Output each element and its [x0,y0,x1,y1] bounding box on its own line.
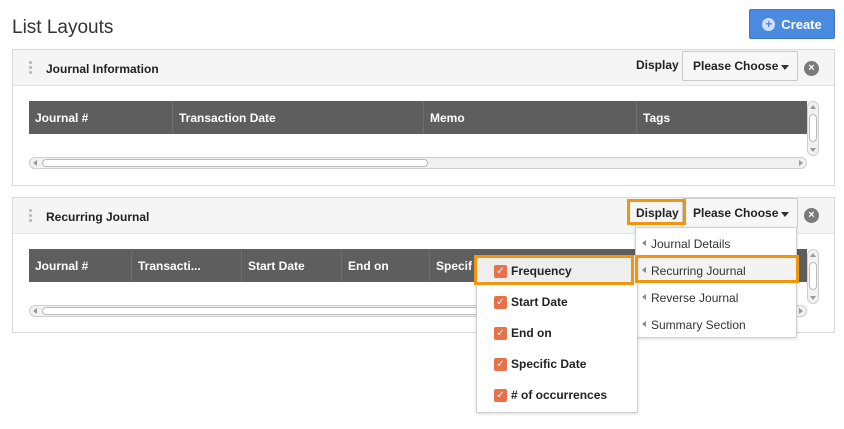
close-icon[interactable]: × [804,208,819,223]
plus-circle-icon: + [762,17,776,31]
column-header-journal[interactable]: Journal # [29,249,132,282]
grid-header: Journal # Transaction Date Memo Tags [29,101,807,134]
drag-handle-icon[interactable] [29,61,33,75]
display-label[interactable]: Display [636,206,679,220]
checkbox-checked-icon[interactable]: ✓ [494,389,507,402]
column-header-end-on[interactable]: End on [342,249,430,282]
chevron-down-icon [781,65,789,70]
checkbox-checked-icon[interactable]: ✓ [494,327,507,340]
display-select-value: Please Choose [693,59,779,73]
scroll-up-icon[interactable] [810,105,816,109]
menu-item-label: Reverse Journal [651,291,739,305]
drag-handle-icon[interactable] [29,209,33,223]
close-icon[interactable]: × [804,61,819,76]
field-item-frequency[interactable]: ✓ Frequency [477,257,637,285]
menu-item-journal-details[interactable]: Journal Details [636,230,796,256]
field-item-label: # of occurrences [511,388,608,402]
scroll-down-icon[interactable] [810,296,816,300]
scroll-thumb[interactable] [42,159,428,167]
panel-title: Journal Information [46,62,159,76]
horizontal-scrollbar[interactable] [29,157,807,169]
scroll-thumb[interactable] [809,262,817,290]
scroll-left-icon[interactable] [33,160,37,166]
display-select[interactable]: Please Choose [682,51,798,81]
chevron-left-icon [642,267,646,273]
checkbox-checked-icon[interactable]: ✓ [494,265,507,278]
display-select[interactable]: Please Choose [682,198,798,228]
column-header-start-date[interactable]: Start Date [242,249,342,282]
column-header-memo[interactable]: Memo [424,101,637,134]
scroll-right-icon[interactable] [799,160,803,166]
field-item-label: Start Date [511,295,568,309]
field-item-occurrences[interactable]: ✓ # of occurrences [477,381,637,409]
display-select-value: Please Choose [693,206,779,220]
display-label: Display [636,58,679,72]
vertical-scrollbar[interactable] [807,101,819,156]
column-header-transaction-date[interactable]: Transaction Date [173,101,424,134]
scroll-up-icon[interactable] [810,253,816,257]
scroll-thumb[interactable] [809,114,817,142]
page-title: List Layouts [12,17,114,38]
create-button[interactable]: + Create [749,9,835,39]
panel-title: Recurring Journal [46,210,150,224]
menu-item-label: Recurring Journal [651,264,746,278]
display-menu: Journal Details Recurring Journal Revers… [635,227,797,338]
chevron-down-icon [781,212,789,217]
field-item-label: Frequency [511,264,572,278]
menu-item-label: Journal Details [651,237,731,251]
scroll-right-icon[interactable] [799,308,803,314]
column-header-journal[interactable]: Journal # [29,101,173,134]
panel-header: Journal Information Display Please Choos… [13,50,834,86]
fields-submenu: ✓ Frequency ✓ Start Date ✓ End on ✓ Spec… [476,255,638,413]
scroll-left-icon[interactable] [33,308,37,314]
field-item-label: Specific Date [511,357,587,371]
field-item-end-on[interactable]: ✓ End on [477,319,637,347]
checkbox-checked-icon[interactable]: ✓ [494,358,507,371]
column-header-transaction[interactable]: Transacti... [132,249,242,282]
field-item-specific-date[interactable]: ✓ Specific Date [477,350,637,378]
panel-journal-information: Journal Information Display Please Choos… [12,49,835,186]
menu-item-recurring-journal[interactable]: Recurring Journal [636,257,796,283]
field-item-label: End on [511,326,552,340]
create-button-label: Create [781,16,822,32]
menu-item-summary-section[interactable]: Summary Section [636,311,796,337]
menu-item-reverse-journal[interactable]: Reverse Journal [636,284,796,310]
menu-item-label: Summary Section [651,318,746,332]
checkbox-checked-icon[interactable]: ✓ [494,296,507,309]
chevron-left-icon [642,294,646,300]
chevron-left-icon [642,240,646,246]
column-header-tags[interactable]: Tags [637,101,807,134]
chevron-left-icon [642,321,646,327]
field-item-start-date[interactable]: ✓ Start Date [477,288,637,316]
scroll-down-icon[interactable] [810,148,816,152]
vertical-scrollbar[interactable] [807,249,819,304]
